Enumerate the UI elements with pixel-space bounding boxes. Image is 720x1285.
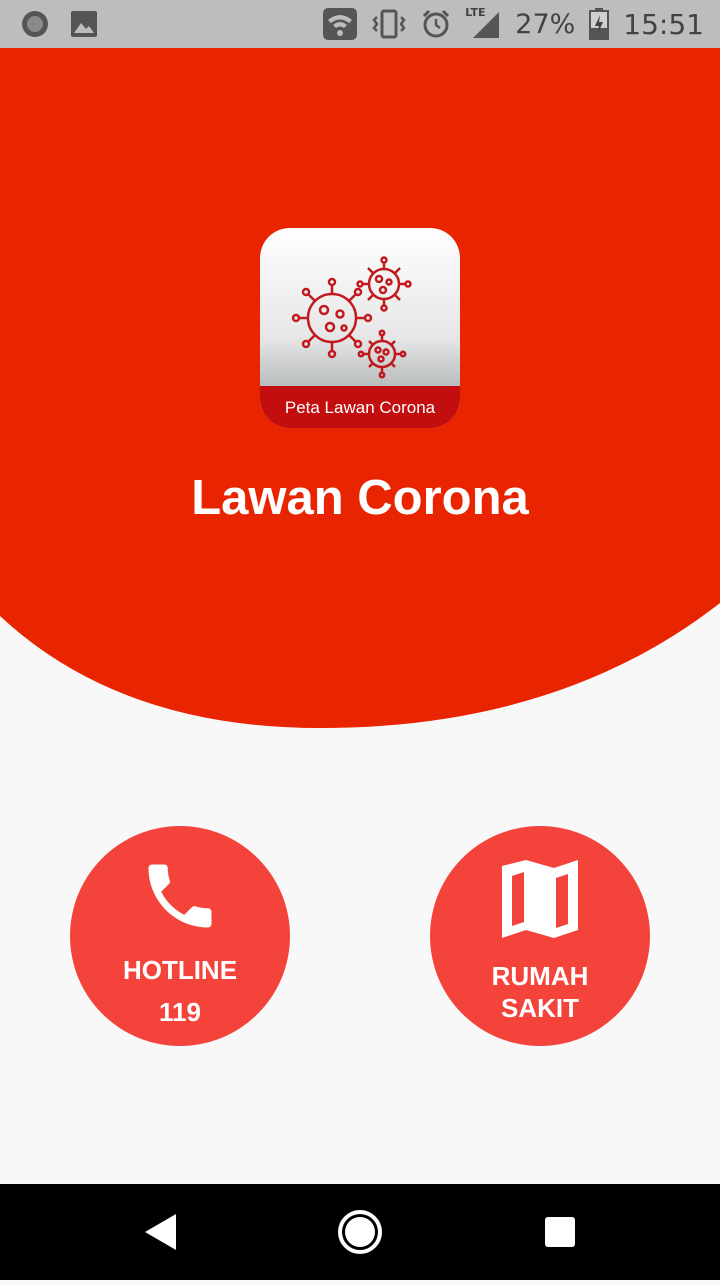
phone-icon — [148, 864, 212, 928]
battery-charging-icon — [589, 8, 610, 40]
notification-circle-icon — [22, 11, 48, 37]
back-icon — [145, 1214, 176, 1250]
logo-caption: Peta Lawan Corona — [260, 386, 460, 428]
lte-signal-icon: LTE — [465, 6, 501, 40]
app-title: Lawan Corona — [191, 471, 529, 525]
recents-icon — [545, 1217, 575, 1247]
map-icon — [502, 860, 578, 938]
battery-percent: 27% — [515, 8, 576, 40]
hospital-map-button[interactable]: RUMAH SAKIT — [430, 826, 650, 1046]
status-bar: LTE 27% 15:51 — [0, 0, 720, 48]
nav-recents-button[interactable] — [512, 1184, 608, 1280]
nav-back-button[interactable] — [112, 1184, 208, 1280]
nav-home-button[interactable] — [312, 1184, 408, 1280]
virus-icon — [291, 256, 412, 379]
wifi-icon — [323, 8, 358, 40]
home-icon — [338, 1210, 382, 1254]
navigation-bar — [0, 1184, 720, 1280]
hospital-label-line2: SAKIT — [501, 993, 579, 1023]
image-icon — [71, 11, 97, 37]
app-logo: Peta Lawan Corona — [260, 228, 460, 428]
hotline-button[interactable]: HOTLINE 119 — [70, 826, 290, 1046]
alarm-icon — [423, 9, 450, 38]
hotline-label: HOTLINE — [122, 955, 238, 985]
clock: 15:51 — [623, 7, 704, 41]
hotline-number: 119 — [159, 997, 201, 1027]
hospital-label-line1: RUMAH — [491, 961, 589, 991]
vibrate-icon — [372, 9, 406, 39]
